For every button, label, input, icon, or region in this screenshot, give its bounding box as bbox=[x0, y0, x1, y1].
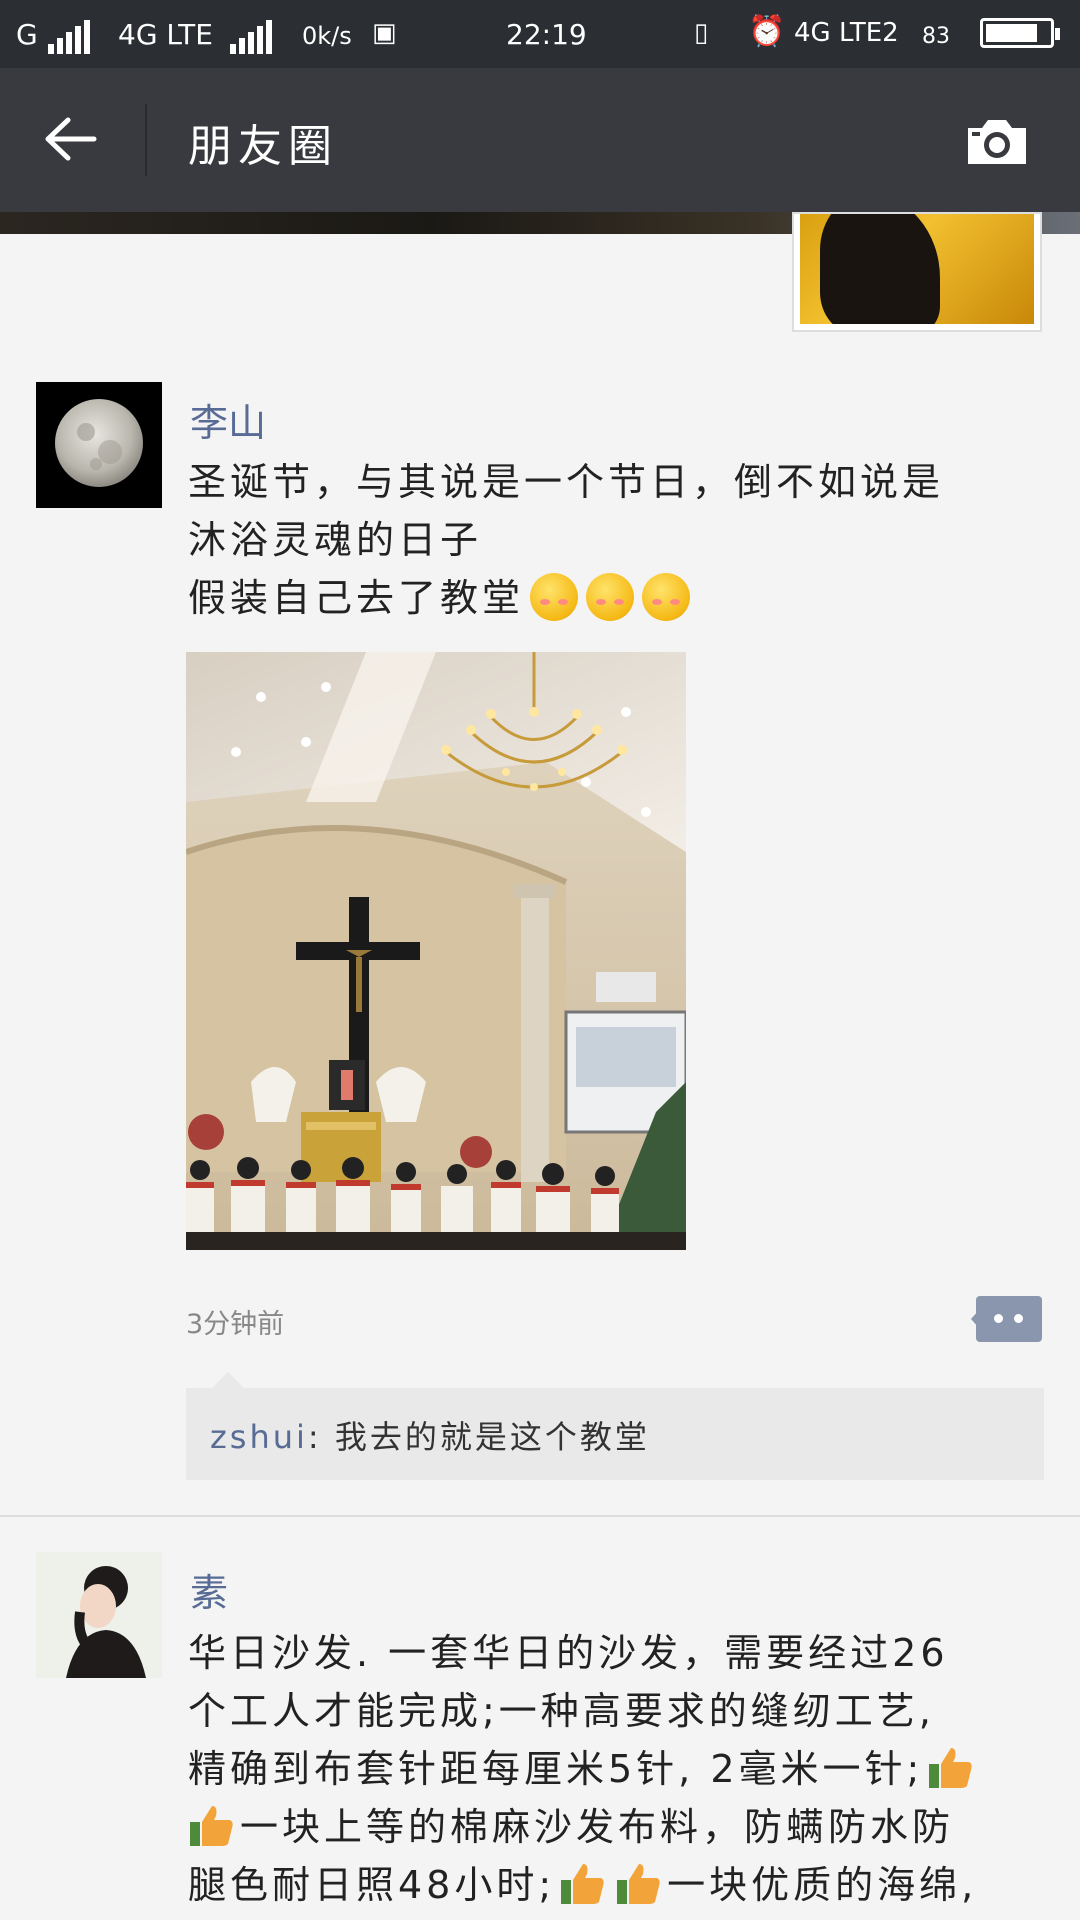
dot-icon bbox=[1014, 1314, 1023, 1323]
post-divider bbox=[0, 1515, 1080, 1517]
post-text: 华日沙发. 一套华日的沙发，需要经过26 个工人才能完成;一种高要求的缝纫工艺,… bbox=[188, 1624, 1038, 1914]
post-text-line: 假装自己去了教堂 bbox=[188, 569, 1038, 627]
carrier-label: G bbox=[16, 18, 38, 51]
thumbs-up-icon bbox=[190, 1806, 233, 1846]
post-text-line: 个工人才能完成;一种高要求的缝纫工艺, bbox=[188, 1689, 935, 1733]
back-arrow-icon[interactable] bbox=[42, 116, 98, 162]
post-text-segment: 一块优质的海绵, bbox=[667, 1863, 978, 1907]
thumbs-up-icon bbox=[561, 1864, 604, 1904]
post-timestamp: 3分钟前 bbox=[186, 1309, 285, 1340]
previous-post-photo[interactable] bbox=[792, 212, 1042, 332]
network-label: 4G LTE bbox=[118, 18, 213, 51]
thumbs-up-icon bbox=[929, 1748, 972, 1788]
page-title: 朋友圈 bbox=[188, 121, 338, 172]
signal-icon-2 bbox=[230, 20, 272, 54]
thumbs-up-icon bbox=[617, 1864, 660, 1904]
battery-percent: 83 bbox=[922, 24, 950, 49]
post-text-segment: 腿色耐日照48小时; bbox=[188, 1863, 556, 1907]
alarm-icon: ⏰ bbox=[748, 14, 786, 49]
post-text-line: 华日沙发. 一套华日的沙发，需要经过26 bbox=[188, 1631, 949, 1675]
speed-label: 0k/s bbox=[302, 22, 352, 50]
title-divider bbox=[145, 104, 147, 176]
post-text-line: 沐浴灵魂的日子 bbox=[188, 518, 483, 562]
poster-name[interactable]: 素 bbox=[190, 1562, 228, 1617]
camera-icon[interactable] bbox=[964, 116, 1030, 168]
avatar[interactable] bbox=[36, 1552, 162, 1678]
comment-box: zshui: 我去的就是这个教堂 bbox=[186, 1372, 1044, 1480]
comment-button[interactable] bbox=[971, 1296, 1042, 1342]
battery-icon bbox=[980, 18, 1060, 48]
post-photo-church[interactable] bbox=[186, 652, 686, 1250]
comment-text: 我去的就是这个教堂 bbox=[334, 1418, 650, 1456]
post-text-line: 一块上等的棉麻沙发布料，防螨防水防 bbox=[188, 1798, 1038, 1856]
comment-user[interactable]: zshui bbox=[210, 1418, 308, 1456]
post-text-line: 圣诞节，与其说是一个节日，倒不如说是 bbox=[188, 460, 945, 504]
signal-icon bbox=[48, 20, 90, 54]
vibrate-icon: ▯ bbox=[694, 18, 709, 48]
blush-emoji-icon bbox=[530, 573, 579, 621]
post-text: 圣诞节，与其说是一个节日，倒不如说是 沐浴灵魂的日子 假装自己去了教堂 bbox=[188, 453, 1038, 627]
clock: 22:19 bbox=[506, 18, 587, 51]
network-type-label: 4G LTE2 bbox=[794, 18, 899, 48]
post-text-line: 腿色耐日照48小时; 一块优质的海绵, bbox=[188, 1856, 1038, 1914]
post-text-segment: 一块上等的棉麻沙发布料，防螨防水防 bbox=[240, 1805, 955, 1849]
blush-emoji-icon bbox=[642, 573, 691, 621]
poster-name[interactable]: 李山 bbox=[190, 392, 266, 447]
notification-icon: ▣ bbox=[372, 18, 397, 48]
avatar[interactable] bbox=[36, 382, 162, 508]
status-bar: G 4G LTE 0k/s ▣ 22:19 ▯ ⏰ 4G LTE2 83 bbox=[0, 0, 1080, 68]
comment[interactable]: zshui: 我去的就是这个教堂 bbox=[210, 1412, 650, 1458]
post-text-segment: 精确到布套针距每厘米5针, 2毫米一针; bbox=[188, 1747, 924, 1791]
comment-separator: : bbox=[307, 1418, 335, 1456]
post-text-line: 精确到布套针距每厘米5针, 2毫米一针; bbox=[188, 1740, 1038, 1798]
post-text-segment: 假装自己去了教堂 bbox=[188, 576, 525, 620]
title-bar: 朋友圈 bbox=[0, 68, 1080, 212]
dot-icon bbox=[994, 1314, 1003, 1323]
blush-emoji-icon bbox=[586, 573, 635, 621]
